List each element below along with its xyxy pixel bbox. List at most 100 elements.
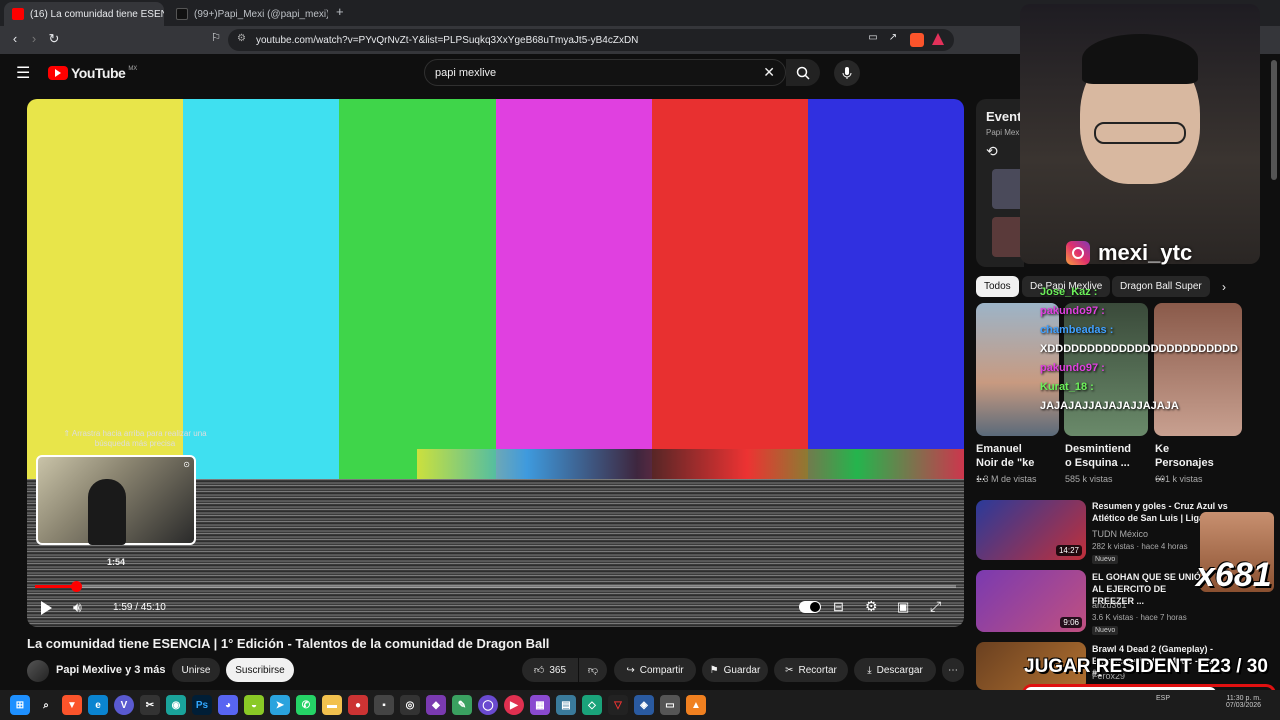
app-icon[interactable]: ●: [348, 695, 368, 715]
windows-taskbar: ⊞ ⌕ ▼ e V ✂ ◉ Ps ◕ ◒ ➤ ✆ ▬ ● ▪ ◎ ◆ ✎ ◯ ▶…: [0, 690, 1280, 720]
preview-thumbnail: ⊙: [36, 455, 196, 545]
combo-counter: x681: [1196, 556, 1272, 594]
share-icon[interactable]: ↗: [884, 32, 902, 43]
share-button[interactable]: ↪ Compartir: [614, 658, 696, 682]
streamer-cap: [1082, 34, 1198, 84]
photoshop-icon[interactable]: Ps: [192, 695, 212, 715]
tab-tiktok[interactable]: (99+)Papi_Mexi (@papi_mexi) | TikTo ×: [168, 2, 328, 26]
subtitles-icon[interactable]: ⊟: [833, 599, 844, 615]
discord-icon[interactable]: ◕: [218, 695, 238, 715]
app-icon[interactable]: ◈: [634, 695, 654, 715]
app-icon[interactable]: ◇: [582, 695, 602, 715]
video-thumbnail[interactable]: 9:06: [976, 570, 1086, 632]
like-button[interactable]: 👍︎ 365: [522, 658, 578, 682]
playlist-owner: Papi Mex: [986, 128, 1020, 137]
volume-icon[interactable]: 🔊︎: [73, 599, 82, 616]
whatsapp-icon[interactable]: ✆: [296, 695, 316, 715]
menu-icon[interactable]: ☰: [16, 63, 30, 83]
chip-all[interactable]: Todos: [976, 276, 1019, 297]
tab-label: (16) La comunidad tiene ESENCI: [30, 8, 164, 20]
microphone-icon: [842, 67, 852, 79]
scissors-icon: ✂: [785, 664, 794, 676]
app-icon[interactable]: ▽: [608, 695, 628, 715]
site-info-icon[interactable]: ⚙: [237, 33, 246, 44]
brave-shield-icon[interactable]: [910, 33, 924, 47]
region-code: MX: [128, 66, 138, 72]
app-icon[interactable]: ▤: [556, 695, 576, 715]
save-label: Guardar: [723, 664, 761, 676]
youtube-music-icon[interactable]: ▶: [504, 695, 524, 715]
preview-time: 1:54: [107, 557, 126, 567]
capcut-icon[interactable]: ✂: [140, 695, 160, 715]
channel-name[interactable]: Papi Mexlive y 3 más: [56, 664, 165, 676]
loop-icon[interactable]: ⟲: [986, 143, 998, 160]
windows-start-icon[interactable]: ⊞: [10, 695, 30, 715]
progress-bar[interactable]: [35, 581, 956, 592]
search-icon[interactable]: ⌕: [36, 695, 56, 715]
page-scrollbar[interactable]: [1271, 60, 1277, 180]
search-icon: [796, 66, 810, 80]
save-button[interactable]: ⚑ Guardar: [702, 658, 768, 682]
theater-mode-icon[interactable]: ▣: [897, 599, 909, 615]
pip-icon[interactable]: ⊙: [183, 460, 190, 469]
short-title[interactable]: Desmintiend o Esquina ...: [1065, 442, 1131, 470]
more-icon: ⋯: [948, 664, 958, 676]
cast-icon[interactable]: ▭: [864, 32, 882, 43]
webcam-overlay: [1020, 4, 1260, 264]
more-actions-button[interactable]: ⋯: [942, 658, 964, 682]
search-query: papi mexlive: [435, 66, 497, 79]
app-icon[interactable]: ▦: [530, 695, 550, 715]
app-icon[interactable]: ◆: [426, 695, 446, 715]
app-icon[interactable]: ✎: [452, 695, 472, 715]
reload-icon[interactable]: ↻: [45, 31, 63, 47]
app-icon[interactable]: ◉: [166, 695, 186, 715]
instagram-tag: mexi_ytc: [1066, 240, 1192, 266]
chat-text: XDDDDDDDDDDDDDDDDDDDDDDDD: [1040, 343, 1238, 355]
forward-icon[interactable]: ›: [25, 31, 43, 46]
chat-message: pakundo97 :: [1040, 305, 1105, 317]
clock[interactable]: 11:30 p. m. 07/03/2026: [1226, 695, 1261, 709]
brave-rewards-icon[interactable]: [932, 33, 944, 45]
edge-icon[interactable]: e: [88, 695, 108, 715]
vpn-icon[interactable]: V: [114, 695, 134, 715]
system-lang[interactable]: ESP: [1156, 695, 1170, 702]
obs-icon[interactable]: ◎: [400, 695, 420, 715]
notepad-icon[interactable]: ▭: [660, 695, 680, 715]
youtube-logo[interactable]: YouTube MX: [48, 65, 137, 81]
clear-search-icon[interactable]: ✕: [763, 64, 775, 81]
fullscreen-icon[interactable]: ⤢: [930, 598, 941, 615]
video-channel[interactable]: anzu361: [1092, 600, 1127, 610]
back-icon[interactable]: ‹: [6, 31, 24, 46]
vlc-icon[interactable]: ▲: [686, 695, 706, 715]
video-thumbnail[interactable]: 14:27: [976, 500, 1086, 560]
search-input[interactable]: papi mexlive ✕: [424, 59, 786, 86]
tab-youtube[interactable]: (16) La comunidad tiene ESENCI ×: [4, 2, 164, 26]
folder-icon[interactable]: ▬: [322, 695, 342, 715]
new-tab-button[interactable]: +: [336, 4, 344, 19]
voice-search-button[interactable]: [834, 60, 860, 86]
clip-button[interactable]: ✂ Recortar: [774, 658, 848, 682]
app-icon[interactable]: ◒: [244, 695, 264, 715]
like-count: 365: [549, 664, 567, 676]
new-badge: Nuevo: [1092, 626, 1119, 635]
app-icon[interactable]: ◯: [478, 695, 498, 715]
video-player[interactable]: ⇑ Arrastra hacia arriba para realizar un…: [27, 99, 964, 627]
share-arrow-icon: ↪: [626, 664, 635, 676]
player-controls: 🔊︎ 1:59 / 45:10 ⊟ ⚙ ▣ ⤢: [27, 591, 964, 627]
app-icon[interactable]: ▪: [374, 695, 394, 715]
download-button[interactable]: ⤓ Descargar: [854, 658, 936, 682]
video-channel[interactable]: TUDN México: [1092, 529, 1148, 539]
autoplay-toggle[interactable]: [799, 601, 821, 613]
brave-icon[interactable]: ▼: [62, 695, 82, 715]
thumbs-down-icon: 👎︎: [587, 665, 599, 676]
settings-icon[interactable]: ⚙: [865, 598, 878, 615]
subscribe-button[interactable]: Suscribirse: [226, 658, 294, 682]
search-button[interactable]: [786, 59, 820, 86]
join-button[interactable]: Unirse: [172, 658, 220, 682]
telegram-icon[interactable]: ➤: [270, 695, 290, 715]
channel-avatar[interactable]: [27, 660, 49, 682]
play-icon[interactable]: [41, 601, 52, 615]
dislike-button[interactable]: 👎︎: [579, 658, 607, 682]
url-field[interactable]: ⚙ youtube.com/watch?v=PYvQrNvZt-Y&list=P…: [228, 29, 954, 51]
bookmark-icon[interactable]: ⚐: [207, 31, 225, 44]
